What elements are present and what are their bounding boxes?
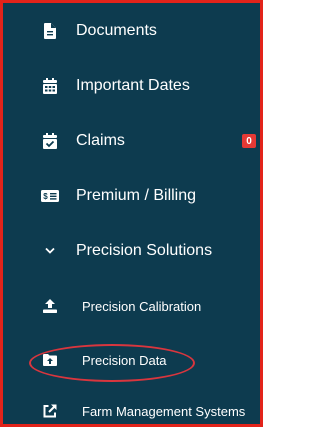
upload-icon [43, 299, 57, 313]
sidebar-frame: Documents Important Dates Claims 0 $ Pre… [0, 0, 263, 427]
subnav-item-label: Precision Data [82, 352, 167, 368]
nav-item-label: Premium / Billing [76, 187, 197, 204]
nav-item-label: Important Dates [76, 77, 190, 94]
claims-count-badge: 0 [242, 134, 256, 148]
subnav-item-precision-data[interactable]: Precision Data [6, 346, 257, 374]
nav-item-label: Documents [76, 22, 157, 39]
chevron-down-icon [45, 247, 55, 255]
money-bill-icon: $ [41, 190, 59, 202]
nav-item-label: Precision Solutions [76, 242, 213, 259]
svg-text:$: $ [43, 192, 48, 201]
folder-upload-icon [43, 354, 57, 366]
calendar-check-icon [43, 133, 57, 149]
nav-item-precision-solutions[interactable]: Precision Solutions [6, 236, 257, 266]
nav-item-premium-billing[interactable]: $ Premium / Billing [6, 181, 257, 211]
subnav-item-precision-calibration[interactable]: Precision Calibration [6, 292, 257, 320]
subnav-item-farm-management-systems[interactable]: Farm Management Systems [6, 397, 257, 425]
nav-item-label: Claims [76, 132, 125, 149]
subnav-item-label: Precision Calibration [82, 298, 202, 314]
sidebar-nav: Documents Important Dates Claims 0 $ Pre… [6, 6, 257, 421]
nav-item-claims[interactable]: Claims 0 [6, 126, 257, 156]
nav-item-documents[interactable]: Documents [6, 16, 257, 46]
file-icon [44, 23, 56, 39]
nav-item-important-dates[interactable]: Important Dates [6, 71, 257, 101]
subnav-item-label: Farm Management Systems [82, 403, 246, 419]
external-link-icon [43, 404, 57, 418]
calendar-icon [43, 78, 57, 94]
